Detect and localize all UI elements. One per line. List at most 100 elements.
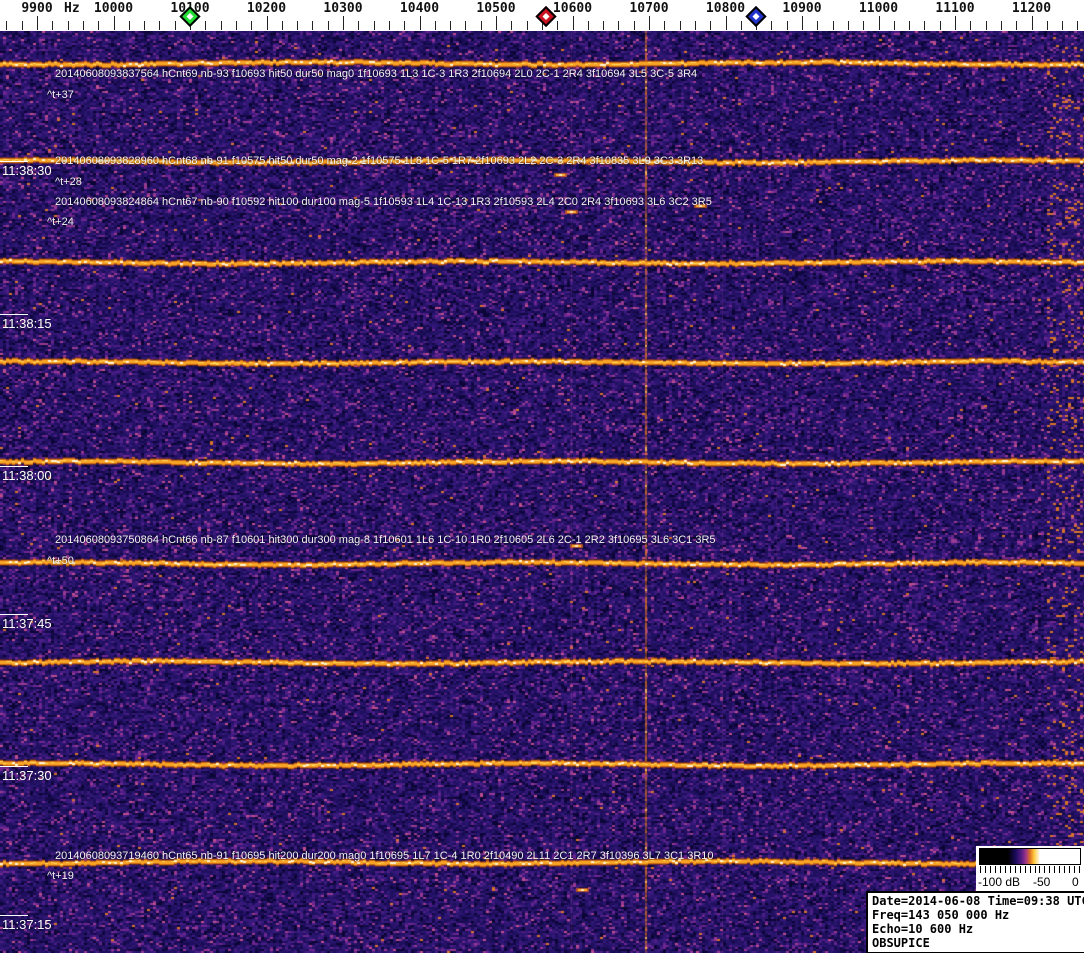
ruler-major-tick <box>802 16 803 30</box>
ruler-minor-tick <box>511 21 513 30</box>
legend-scale-tick <box>1014 866 1016 873</box>
ruler-minor-tick <box>480 21 482 30</box>
ruler-minor-tick <box>618 21 620 30</box>
legend-scale-tick <box>1034 866 1036 873</box>
ruler-minor-tick <box>174 21 176 30</box>
ruler-frequency-label: 10500 <box>476 1 516 16</box>
ruler-minor-tick <box>434 21 436 30</box>
legend-scale-tick <box>1054 866 1056 873</box>
info-box-line: OBSUPICE <box>872 936 930 950</box>
ruler-minor-tick <box>909 21 911 30</box>
ruler-minor-tick <box>404 21 406 30</box>
legend-db-label: 0 <box>1072 875 1079 889</box>
time-label: 11:38:30 <box>2 163 52 178</box>
ruler-minor-tick <box>1062 21 1064 30</box>
ruler-minor-tick <box>465 21 467 30</box>
legend-db-label: -50 <box>1033 875 1051 889</box>
info-box-line: Echo=10 600 Hz <box>872 922 974 936</box>
ruler-minor-tick <box>985 21 987 30</box>
ruler-minor-tick <box>557 21 559 30</box>
legend-scale-tick <box>989 866 991 873</box>
color-gradient-bar <box>979 848 1081 865</box>
legend-scale-tick <box>1009 866 1011 873</box>
ruler-minor-tick <box>939 21 941 30</box>
ruler-frequency-label: 11100 <box>935 1 975 16</box>
ruler-minor-tick <box>450 21 452 30</box>
ruler-minor-tick <box>587 21 589 30</box>
info-box-line: Freq=143 050 000 Hz <box>872 908 1010 922</box>
detection-time-offset: ^t+24 <box>47 216 74 228</box>
marker-center-dot <box>186 12 194 21</box>
ruler-minor-tick <box>373 21 375 30</box>
ruler-minor-tick <box>1077 21 1079 30</box>
ruler-minor-tick <box>633 21 635 30</box>
spectrogram-window: Hz 9900100001010010200103001040010500106… <box>0 0 1084 953</box>
legend-scale-tick <box>1064 866 1066 873</box>
detection-time-offset: ^t+50 <box>47 555 74 567</box>
legend-scale-tick <box>1024 866 1026 873</box>
marker-center-dot <box>542 12 550 21</box>
ruler-minor-tick <box>863 21 865 30</box>
ruler-frequency-label: 10600 <box>552 1 593 16</box>
ruler-minor-tick <box>327 21 329 30</box>
ruler-minor-tick <box>771 21 773 30</box>
detection-time-offset: ^t+19 <box>47 870 74 882</box>
ruler-minor-tick <box>21 21 23 30</box>
ruler-minor-tick <box>312 21 314 30</box>
legend-scale-tick <box>984 866 986 873</box>
ruler-minor-tick <box>1016 21 1018 30</box>
ruler-minor-tick <box>603 21 605 30</box>
legend-scale-tick <box>1074 866 1075 873</box>
ruler-major-tick <box>955 16 956 30</box>
ruler-minor-tick <box>128 21 130 30</box>
detection-annotation: 20140608093750864 hCnt66 nb-87 f10601 hi… <box>55 534 716 546</box>
marker-blue-diamond-icon[interactable] <box>745 5 767 28</box>
ruler-minor-tick <box>970 21 972 30</box>
ruler-minor-tick <box>893 21 895 30</box>
time-label: 11:37:45 <box>2 616 52 631</box>
legend-scale-tick <box>980 866 981 873</box>
ruler-minor-tick <box>52 21 54 30</box>
ruler-major-tick <box>419 16 421 30</box>
legend-scale-tick <box>1039 866 1041 873</box>
time-axis-tick <box>0 766 28 767</box>
time-label: 11:37:15 <box>2 917 52 932</box>
ruler-minor-tick <box>67 21 69 30</box>
ruler-minor-tick <box>205 21 207 30</box>
ruler-minor-tick <box>786 21 788 30</box>
ruler-frequency-label: 10700 <box>629 1 669 16</box>
time-label: 11:38:15 <box>2 316 52 331</box>
legend-scale-tick <box>1069 866 1071 873</box>
ruler-frequency-label: 11200 <box>1011 1 1052 16</box>
detection-annotation: 20140608093837564 hCnt69 nb-93 f10693 hi… <box>55 68 698 80</box>
ruler-frequency-label: 10000 <box>93 1 134 16</box>
ruler-minor-tick <box>1000 21 1002 30</box>
legend-scale-tick <box>994 866 996 873</box>
ruler-major-tick <box>572 16 574 30</box>
ruler-minor-tick <box>251 21 253 30</box>
ruler-minor-tick <box>924 21 926 30</box>
ruler-minor-tick <box>144 21 146 30</box>
ruler-minor-tick <box>847 21 849 30</box>
intensity-scale-legend: -100 dB -50 0 <box>976 846 1084 891</box>
spectrogram-canvas <box>0 31 1084 953</box>
ruler-major-tick <box>343 16 344 30</box>
ruler-frequency-label: 10200 <box>246 1 287 16</box>
legend-db-label: -100 dB <box>978 875 1021 889</box>
ruler-minor-tick <box>358 21 360 30</box>
ruler-minor-tick <box>526 21 528 30</box>
detection-time-offset: ^t+37 <box>47 89 74 101</box>
legend-scale-tick <box>1004 866 1006 873</box>
time-axis-tick <box>0 915 28 916</box>
detection-annotation: 20140608093824864 hCnt67 nb-90 f10592 hi… <box>55 196 712 208</box>
ruler-minor-tick <box>6 21 8 30</box>
ruler-major-tick <box>878 16 880 30</box>
time-axis-tick <box>0 161 28 162</box>
detection-time-offset: ^t+28 <box>55 176 82 188</box>
ruler-frequency-label: 10300 <box>323 1 363 16</box>
legend-scale-tick <box>1049 866 1051 873</box>
time-axis-tick <box>0 314 28 315</box>
marker-center-dot <box>752 12 760 21</box>
ruler-minor-tick <box>281 21 283 30</box>
ruler-frequency-label: 10800 <box>705 1 746 16</box>
